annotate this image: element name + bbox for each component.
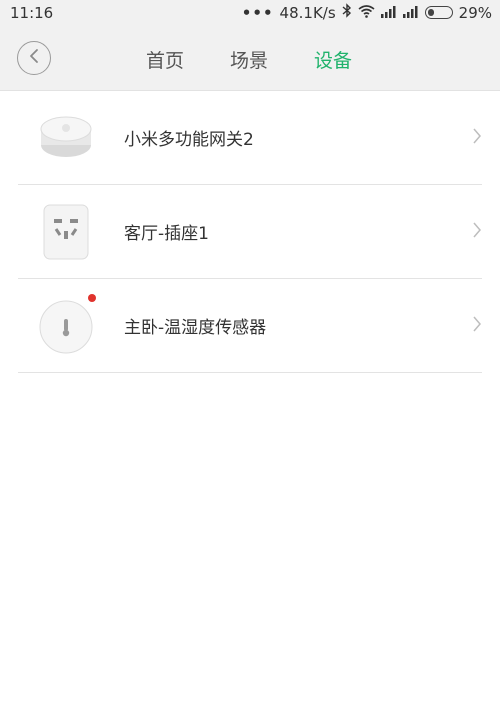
- signal-icon: [402, 4, 419, 22]
- status-right: ••• 48.1K/s 29%: [242, 3, 492, 22]
- device-name: 客厅-插座1: [124, 224, 209, 244]
- device-row-sensor[interactable]: 主卧-温湿度传感器: [18, 279, 482, 373]
- status-bar: 11:16 ••• 48.1K/s 29%: [0, 0, 500, 26]
- network-speed: 48.1K/s: [279, 3, 336, 22]
- notification-dot: [88, 294, 96, 302]
- power-socket-icon: [34, 199, 98, 263]
- chevron-right-icon: [472, 127, 482, 149]
- bluetooth-icon: [342, 3, 352, 22]
- wifi-icon: [358, 4, 375, 22]
- chevron-right-icon: [472, 221, 482, 243]
- device-name: 小米多功能网关2: [124, 130, 254, 150]
- chevron-right-icon: [472, 315, 482, 337]
- tab-devices[interactable]: 设备: [314, 46, 352, 73]
- top-nav-header: 首页 场景 设备: [0, 26, 500, 91]
- gateway-icon: [34, 105, 98, 169]
- temperature-sensor-icon: [34, 293, 98, 357]
- tab-home[interactable]: 首页: [146, 46, 184, 73]
- battery-percent: 29%: [458, 3, 492, 22]
- status-time: 11:16: [10, 4, 54, 22]
- battery-level-fill: [427, 9, 434, 16]
- device-row-gateway[interactable]: 小米多功能网关2: [18, 91, 482, 185]
- chevron-left-icon: [28, 48, 40, 68]
- battery-icon: [424, 6, 453, 19]
- signal-icon: [380, 4, 397, 22]
- back-button[interactable]: [17, 41, 51, 75]
- device-name: 主卧-温湿度传感器: [124, 318, 267, 338]
- device-row-socket[interactable]: 客厅-插座1: [18, 185, 482, 279]
- more-dots-icon: •••: [241, 3, 274, 22]
- tab-scenes[interactable]: 场景: [230, 46, 268, 73]
- device-list: 小米多功能网关2 客厅-插座1 主卧-温湿度传感器: [0, 91, 500, 373]
